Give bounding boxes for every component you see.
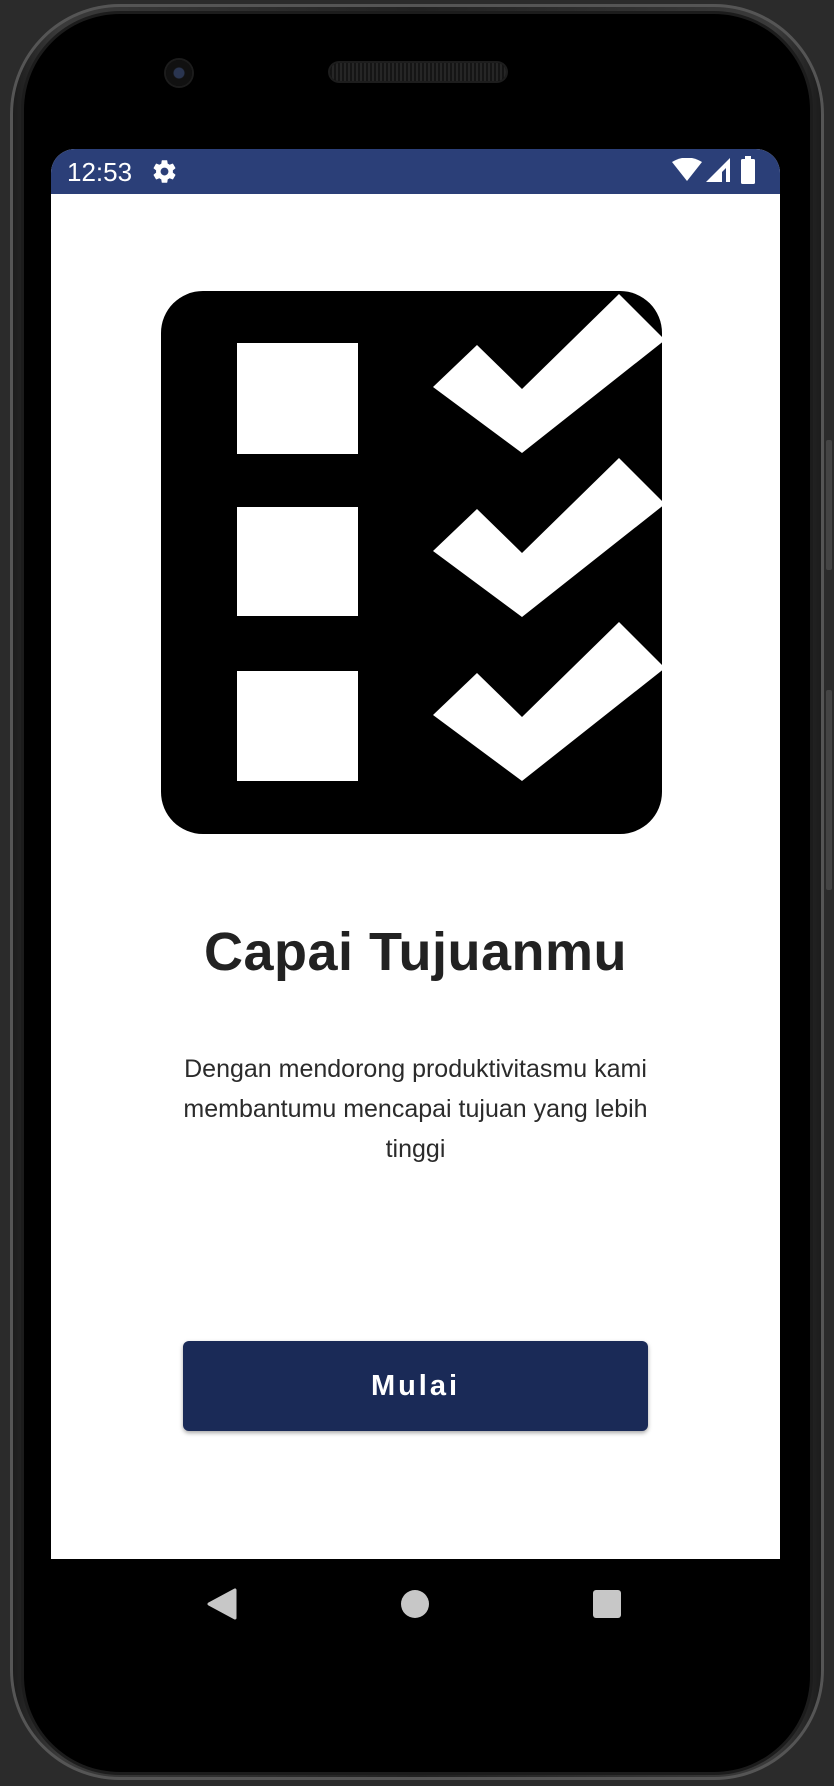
navigation-bar: [51, 1559, 780, 1649]
signal-icon: [706, 158, 730, 182]
wifi-icon: [672, 158, 702, 181]
recents-button[interactable]: [567, 1559, 647, 1649]
home-button[interactable]: [375, 1559, 455, 1649]
page-title: Capai Tujuanmu: [203, 922, 628, 982]
page-description: Dengan mendorong produktivitasmu kami me…: [183, 1055, 648, 1163]
start-button[interactable]: Mulai: [183, 1341, 648, 1431]
checklist-icon: [161, 291, 662, 834]
battery-icon: [741, 156, 755, 184]
status-icons: [672, 156, 768, 184]
earpiece-speaker: [330, 63, 506, 81]
front-camera: [166, 60, 192, 86]
recents-icon: [593, 1590, 621, 1618]
power-button: [826, 690, 832, 890]
app-screen: 12:53 Capai Tujuanmu Dengan mendorong pr…: [51, 149, 780, 1559]
home-icon: [401, 1590, 429, 1618]
status-bar: 12:53: [51, 149, 780, 194]
status-time: 12:53: [67, 157, 133, 187]
back-button[interactable]: [183, 1559, 263, 1649]
volume-button: [826, 440, 832, 570]
back-icon: [207, 1588, 237, 1620]
gear-icon: [151, 158, 178, 185]
